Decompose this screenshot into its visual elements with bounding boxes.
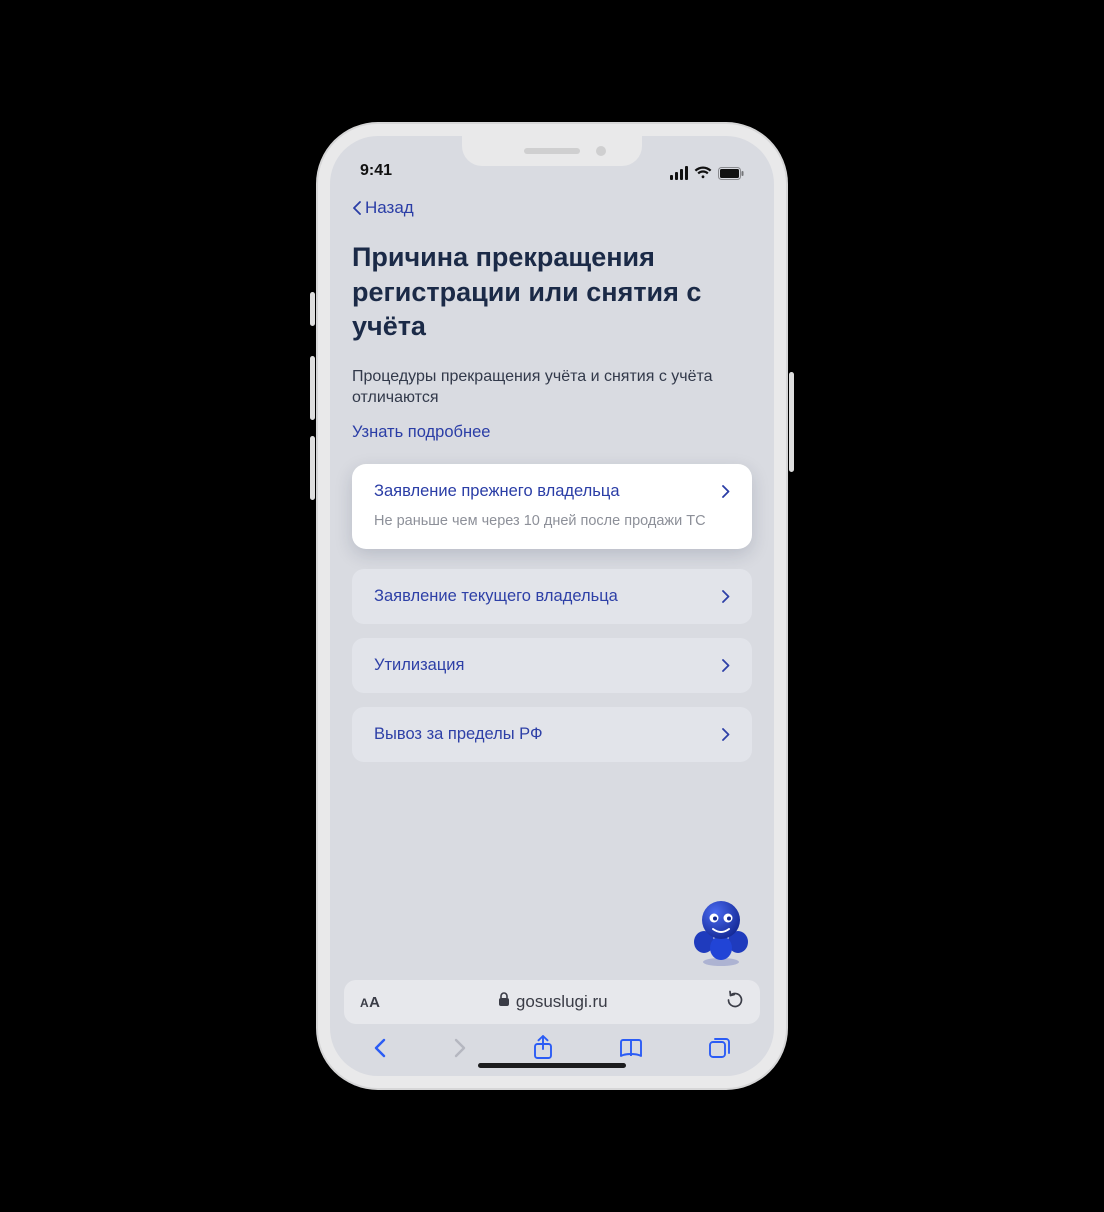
page-subtitle: Процедуры прекращения учёта и снятия с у… (352, 366, 752, 409)
nav-back-button[interactable] (372, 1036, 388, 1060)
nav-forward-button[interactable] (452, 1036, 468, 1060)
back-link[interactable]: Назад (352, 198, 752, 218)
option-title: Заявление текущего владельца (374, 587, 618, 606)
option-card[interactable]: Утилизация (352, 638, 752, 693)
bookmarks-button[interactable] (618, 1037, 644, 1059)
reload-button[interactable] (725, 989, 744, 1015)
chevron-right-icon (722, 485, 730, 498)
wifi-icon (694, 166, 712, 180)
lock-icon (498, 992, 510, 1012)
status-time: 9:41 (360, 162, 392, 180)
option-title: Утилизация (374, 656, 464, 675)
chevron-right-icon (722, 590, 730, 603)
battery-icon (718, 167, 744, 180)
volume-down-button (310, 436, 315, 500)
page-title: Причина прекращения регистрации или снят… (352, 240, 752, 344)
browser-toolbar (330, 1024, 774, 1076)
text-size-button[interactable]: AA (360, 994, 381, 1011)
mute-switch (310, 292, 315, 326)
option-card[interactable]: Заявление текущего владельца (352, 569, 752, 624)
phone-frame: 9:41 Назад При (316, 122, 788, 1090)
option-card[interactable]: Вывоз за пределы РФ (352, 707, 752, 762)
browser-url-bar[interactable]: AA gosuslugi.ru (344, 980, 760, 1024)
back-label: Назад (365, 198, 414, 218)
notch (462, 136, 642, 166)
url-domain: gosuslugi.ru (516, 992, 608, 1012)
chevron-left-icon (352, 201, 361, 215)
option-card-highlighted[interactable]: Заявление прежнего владельца Не раньше ч… (352, 464, 752, 549)
home-indicator[interactable] (478, 1063, 626, 1068)
chevron-right-icon (722, 728, 730, 741)
option-title: Вывоз за пределы РФ (374, 725, 543, 744)
learn-more-link[interactable]: Узнать подробнее (352, 423, 752, 442)
chevron-right-icon (722, 659, 730, 672)
assistant-bot-icon[interactable] (690, 896, 752, 966)
tabs-button[interactable] (708, 1036, 732, 1060)
cellular-signal-icon (670, 166, 688, 180)
option-desc: Не раньше чем через 10 дней после продаж… (374, 513, 730, 529)
power-button (789, 372, 794, 472)
volume-up-button (310, 356, 315, 420)
option-title: Заявление прежнего владельца (374, 482, 620, 501)
share-button[interactable] (532, 1035, 554, 1061)
